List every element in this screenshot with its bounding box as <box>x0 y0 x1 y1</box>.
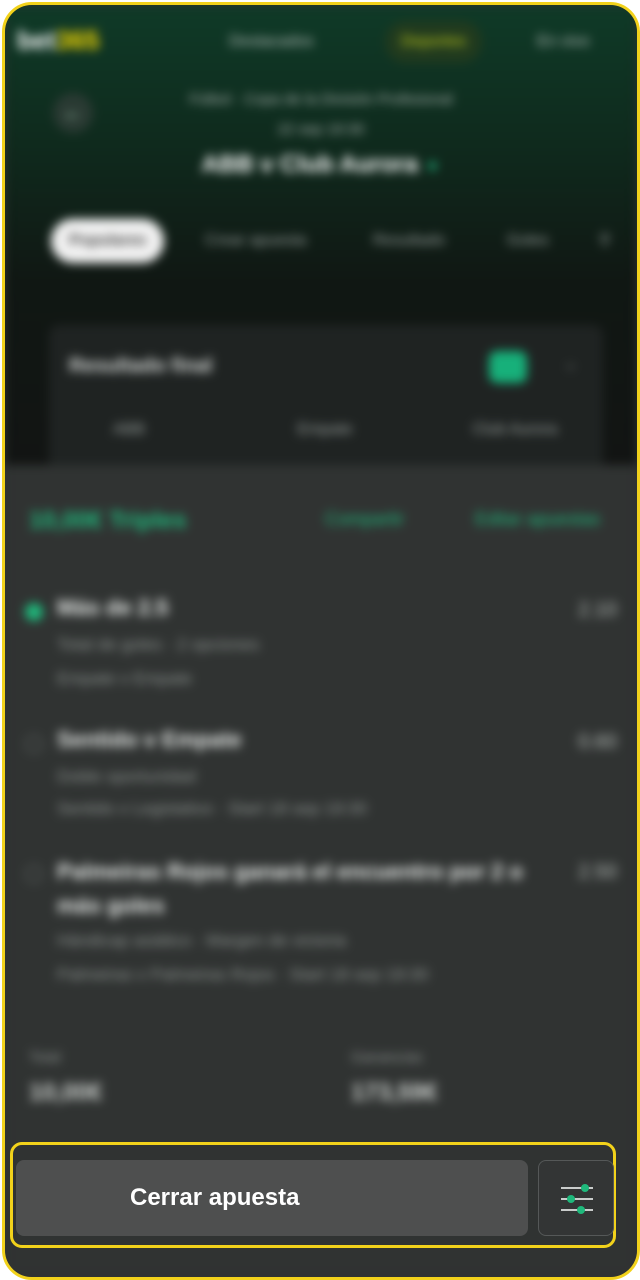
sliders-icon-graphic <box>561 1184 593 1214</box>
tab-populares[interactable]: Populares <box>51 219 165 263</box>
selection-title: Más de 2.5 <box>57 595 169 620</box>
match-date: 22 sep 19:30 <box>277 121 365 138</box>
match-title[interactable]: ABB v Club Aurora ▼ <box>5 151 637 179</box>
match-title-text: ABB v Club Aurora <box>201 151 418 178</box>
returns-label: Ganancias <box>351 1049 423 1066</box>
tab-crear-apuesta[interactable]: Crear apuesta <box>187 219 324 263</box>
selection-title: Sentido v Empate <box>57 727 242 752</box>
selection-event: Empate v Empate <box>57 669 193 688</box>
chevron-down-icon: ▼ <box>424 159 441 176</box>
tab-resultado[interactable]: Resultado <box>355 219 463 263</box>
close-bet-button[interactable]: Cerrar apuesta <box>16 1160 528 1236</box>
logo-accent: 365 <box>56 25 100 55</box>
match-header: bet365 Destacados Deportes En vivo ← Fút… <box>5 5 637 485</box>
logo-text: bet <box>17 25 56 55</box>
sliders-icon[interactable] <box>538 1160 614 1236</box>
selection-event: Sentido v Legislativo · Start 18 sep 19:… <box>57 799 367 818</box>
selection-dot-icon <box>25 735 43 753</box>
selection-event: Palmeiras v Palmeiras Rojos · Start 18 s… <box>57 965 429 984</box>
chevron-down-icon[interactable]: ⌄ <box>563 353 578 374</box>
selection-title: Palmeiras Rojos ganará el encuentro por … <box>57 859 523 918</box>
edit-bets-link[interactable]: Editar apuestas <box>475 509 600 530</box>
blurred-background: bet365 Destacados Deportes En vivo ← Fút… <box>5 5 637 1277</box>
nav-destacados[interactable]: Destacados <box>213 21 330 63</box>
selection-market: Total de goles · 2 opciones <box>57 635 260 654</box>
selection-market: Doble oportunidad <box>57 767 196 786</box>
market-card: Resultado final ⌄ ABB Empate Club Aurora <box>49 325 603 485</box>
share-link[interactable]: Compartir <box>325 509 404 530</box>
market-col-draw[interactable]: Empate <box>245 421 405 439</box>
selection-check-icon <box>25 603 43 621</box>
breadcrumb[interactable]: Fútbol · Copa de la División Profesional <box>5 91 637 108</box>
combo-label: 10,00€ Triples <box>29 507 187 534</box>
selection-odds: 0.60 <box>578 731 617 753</box>
nav-deportes[interactable]: Deportes <box>385 21 482 63</box>
selection-market: Hándicap asiático · Margen de victoria <box>57 931 347 950</box>
market-title: Resultado final <box>69 355 213 377</box>
screen-frame: bet365 Destacados Deportes En vivo ← Fút… <box>2 2 640 1280</box>
returns-value: 173,59€ <box>351 1079 438 1106</box>
selection-dot-icon <box>25 865 43 883</box>
search-icon[interactable]: ⚲ <box>581 219 629 263</box>
market-col-home[interactable]: ABB <box>49 421 209 439</box>
stake-label: Total <box>29 1049 61 1066</box>
market-badge <box>489 351 527 383</box>
tab-goles[interactable]: Goles <box>489 219 567 263</box>
selection-odds: 2.50 <box>578 861 617 883</box>
market-col-away[interactable]: Club Aurora <box>435 421 595 439</box>
stake-value: 10,00€ <box>29 1079 103 1106</box>
nav-en-vivo[interactable]: En vivo <box>521 21 605 63</box>
selection-odds: 2.10 <box>578 599 617 621</box>
logo[interactable]: bet365 <box>17 25 99 56</box>
